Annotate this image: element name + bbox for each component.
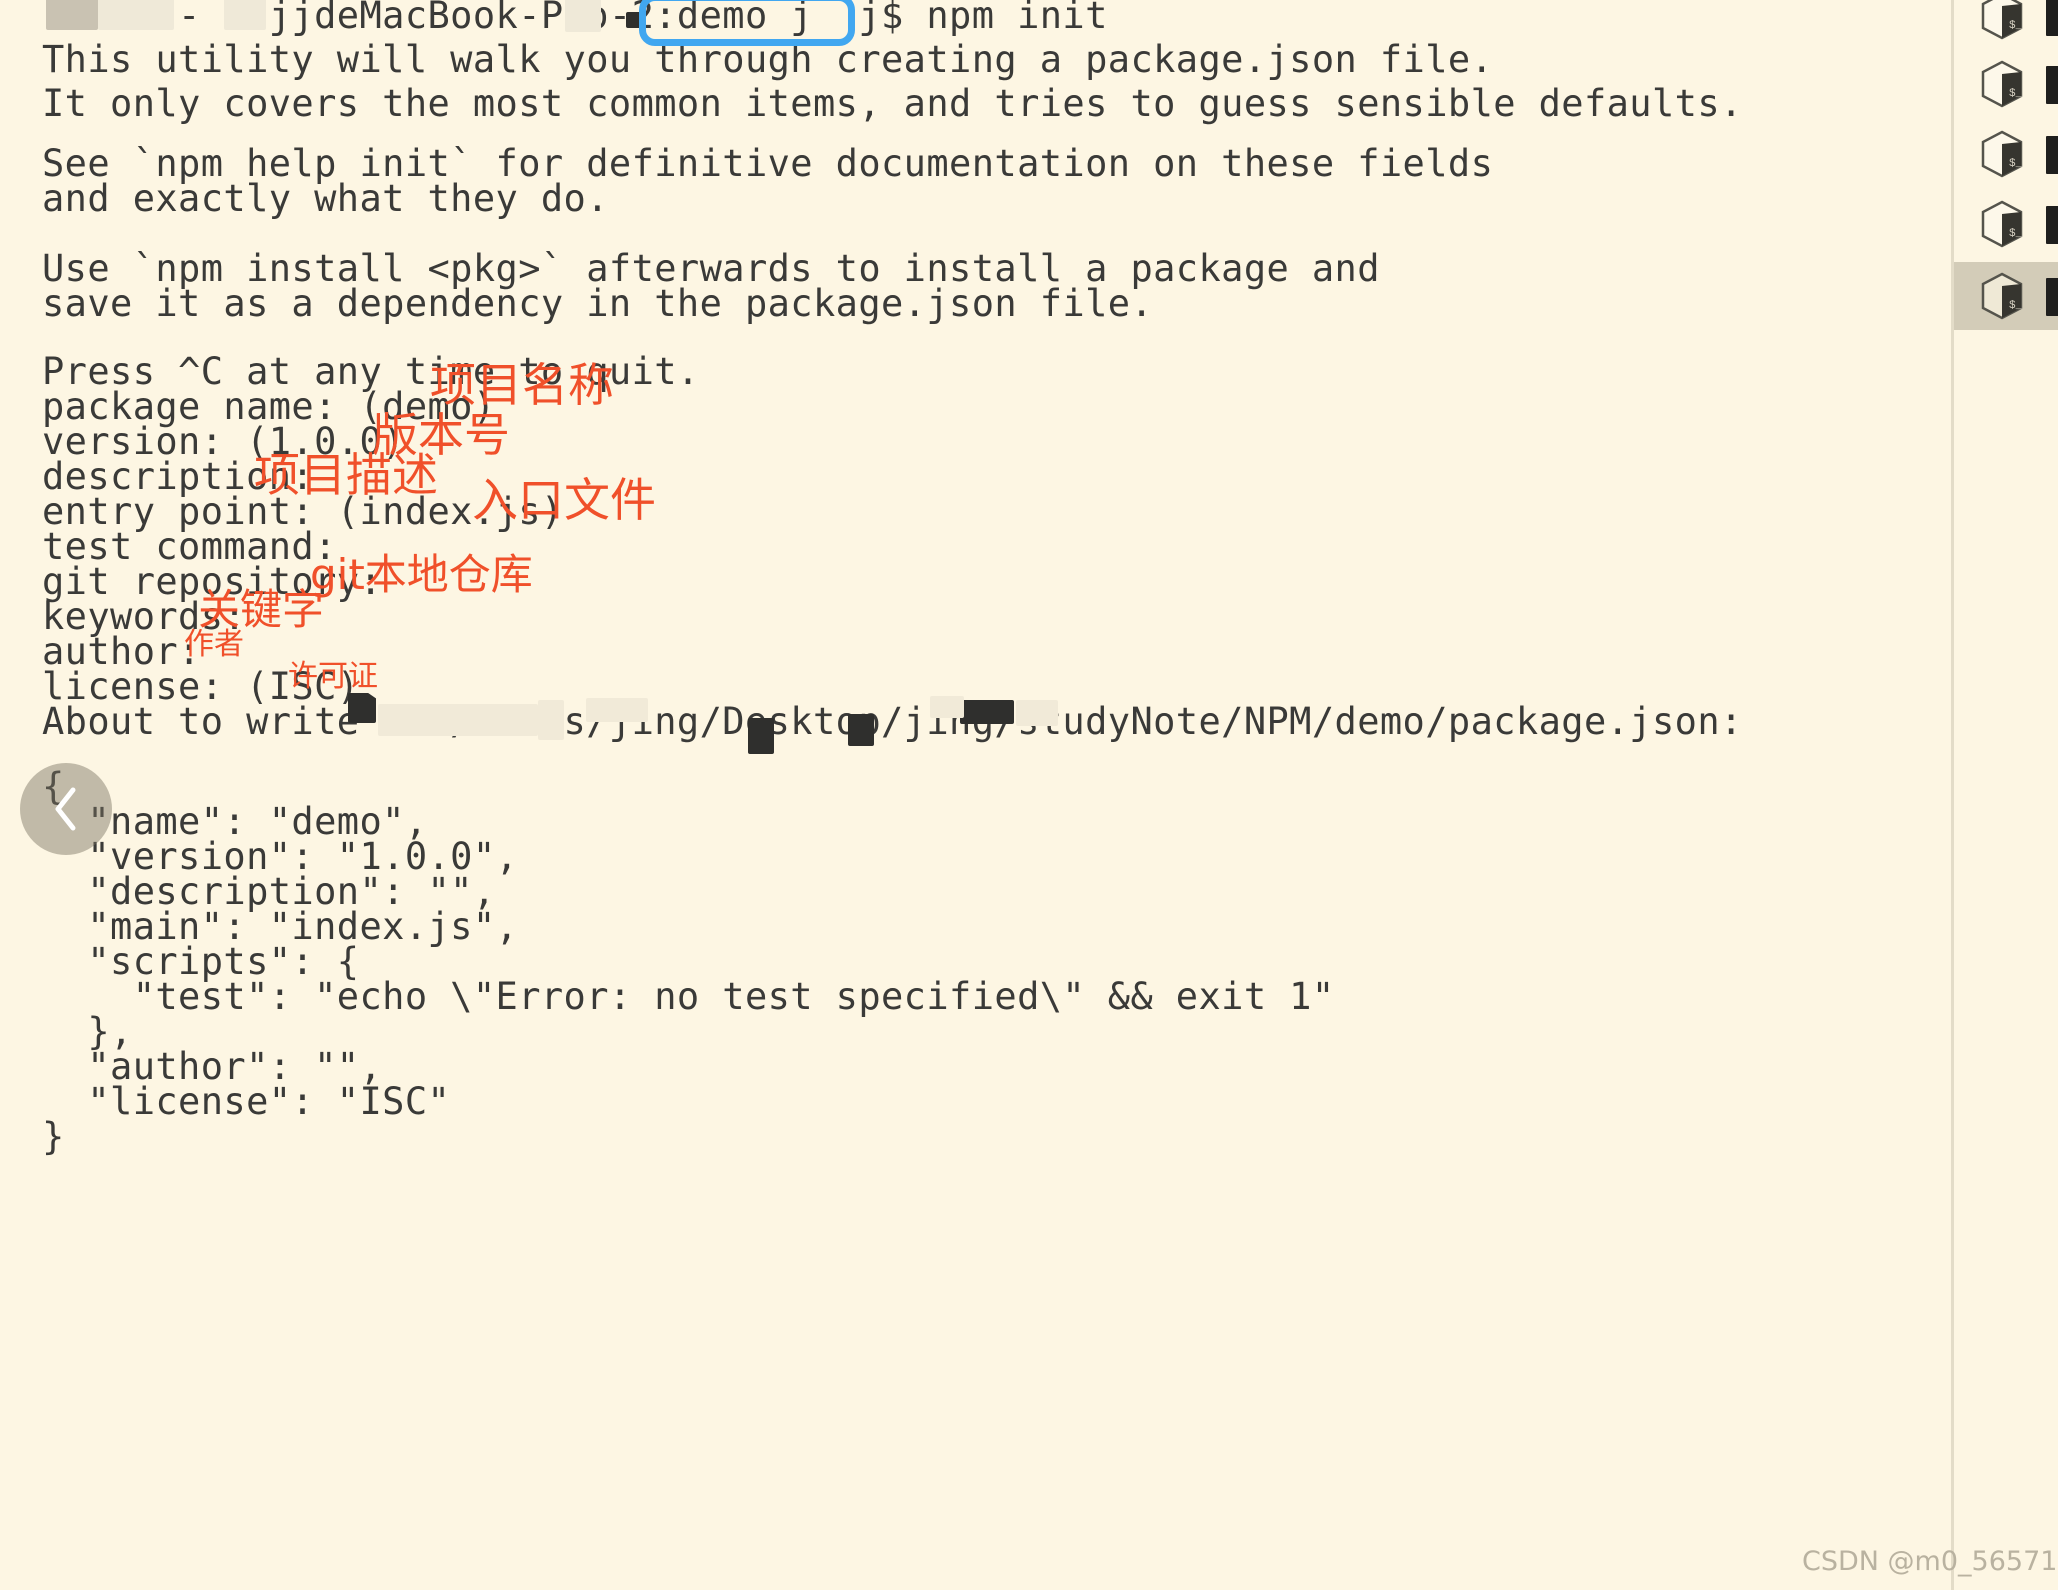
sidebar-item-accent: [2046, 206, 2058, 244]
svg-text:$_: $_: [2009, 228, 2023, 240]
redaction-box: [98, 0, 174, 30]
redaction-box: [930, 696, 964, 718]
annotation-author: 作者: [184, 627, 244, 662]
terminal-line-about-to-write: About to write to /Users/jing/Desktop/ji…: [42, 700, 1743, 743]
svg-text:$_: $_: [2009, 20, 2023, 32]
json-line-license: "license": "ISC": [42, 1080, 451, 1123]
csdn-watermark: CSDN @m0_56571733: [1802, 1546, 2058, 1577]
redaction-box: [224, 0, 266, 30]
redaction-box: [1016, 700, 1058, 726]
redaction-box: [586, 698, 648, 722]
annotation-entry-file: 入口文件: [472, 473, 656, 527]
sidebar-item-session-2[interactable]: $_: [1954, 50, 2058, 118]
terminal-line: It only covers the most common items, an…: [42, 82, 1743, 125]
screenshot-root: - -- -jjdeMacBook-Pro-2:demo j j$ npm in…: [0, 0, 2058, 1590]
annotation-project-name: 项目名称: [430, 358, 614, 412]
terminal-pane[interactable]: - -- -jjdeMacBook-Pro-2:demo j j$ npm in…: [0, 0, 1952, 1590]
redaction-box: [538, 700, 564, 740]
annotation-keywords: 关键字: [198, 585, 325, 634]
svg-text:$_: $_: [2009, 158, 2023, 170]
sidebar-item-accent: [2046, 0, 2058, 36]
annotation-license: 许可证: [288, 659, 378, 694]
redaction-box: [960, 700, 1014, 724]
svg-text:$_: $_: [2009, 300, 2023, 312]
annotation-git-local-repository: git本地仓库: [310, 550, 533, 599]
sidebar-item-session-1[interactable]: $_: [1954, 0, 2058, 50]
terminal-line: and exactly what they do.: [42, 177, 609, 220]
sidebar-item-accent: [2046, 136, 2058, 174]
svg-text:$_: $_: [2009, 88, 2023, 100]
redaction-box: [626, 12, 642, 28]
terminal-cube-icon: $_: [1976, 58, 2028, 110]
sidebar-item-accent: [2046, 66, 2058, 104]
terminal-cube-icon: $_: [1976, 270, 2028, 322]
sidebar-item-session-4[interactable]: $_: [1954, 190, 2058, 258]
terminal-cube-icon: $_: [1976, 0, 2028, 42]
session-sidebar: $_ $_ $_ $_ $_: [1954, 0, 2058, 1590]
redaction-box: [565, 0, 601, 32]
redaction-box: [46, 0, 98, 30]
json-line-close-brace: }: [42, 1115, 65, 1158]
previous-image-button[interactable]: [20, 763, 112, 855]
redaction-flag-icon: [348, 693, 376, 723]
terminal-line: save it as a dependency in the package.j…: [42, 282, 1154, 325]
chevron-left-icon: [51, 786, 81, 832]
json-line-test: "test": "echo \"Error: no test specified…: [42, 975, 1335, 1018]
terminal-line: This utility will walk you through creat…: [42, 38, 1494, 81]
redaction-box: [848, 714, 874, 746]
annotation-project-description: 项目描述: [254, 448, 438, 502]
redaction-box: [748, 718, 774, 754]
sidebar-item-session-3[interactable]: $_: [1954, 120, 2058, 188]
sidebar-item-session-5-selected[interactable]: $_: [1954, 262, 2058, 330]
terminal-cube-icon: $_: [1976, 128, 2028, 180]
terminal-cube-icon: $_: [1976, 198, 2028, 250]
redaction-box: [378, 704, 538, 736]
sidebar-item-accent: [2046, 278, 2058, 316]
